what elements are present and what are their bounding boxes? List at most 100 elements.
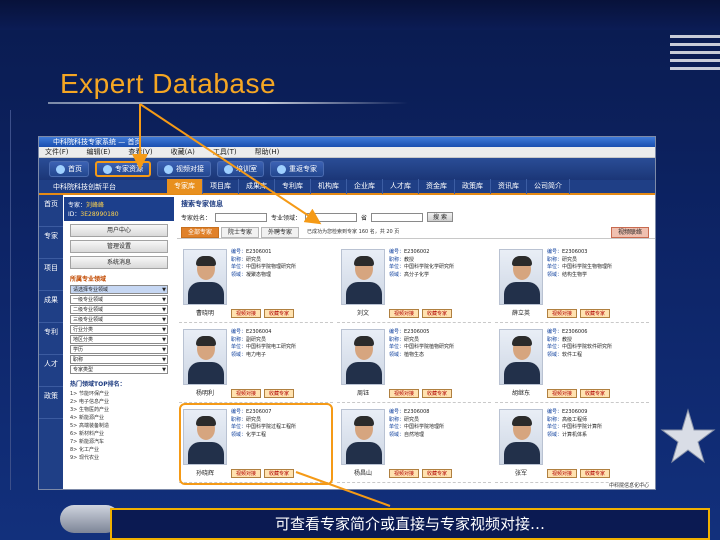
expert-name[interactable]: 曹晓明 [183,308,227,317]
toolbar-button[interactable]: 培训室 [217,161,264,177]
result-tab[interactable]: 外聘专家 [261,227,300,238]
video-connect-button[interactable]: 视频对接 [389,389,420,398]
menu-item[interactable]: 查看(V) [128,147,152,157]
nav-tab[interactable]: 公司简介 [527,179,570,194]
info-value: 研究员 [246,256,262,263]
video-connect-button[interactable]: 视频对接 [231,309,262,318]
info-key: 领域： [389,431,405,438]
slide-top-band [0,0,720,30]
expert-photo[interactable] [499,409,543,465]
favorite-expert-button[interactable]: 收藏专家 [422,309,453,318]
left-bar-item[interactable]: 首页 [39,195,63,227]
expert-name[interactable]: 张军 [499,468,543,477]
favorite-expert-button[interactable]: 收藏专家 [580,309,611,318]
category-select[interactable]: 职称 [70,355,168,364]
video-connect-button[interactable]: 视频对接 [231,389,262,398]
left-bar-item[interactable]: 成果 [39,291,63,323]
menu-item[interactable]: 文件(F) [45,147,69,157]
hot-list-item[interactable]: 7> 新能源汽车 [70,438,168,446]
category-select[interactable]: 行业分类 [70,325,168,334]
video-contact-button[interactable]: 视频联络 [610,227,649,238]
info-key: 职称： [231,336,247,343]
expert-card: 胡继东 编号：E2306006 职称：教授 单位：中国科学院软件研究所 领域：软件工程视… [495,325,649,403]
menu-item[interactable]: 收藏(A) [171,147,195,157]
left-bar-item[interactable]: 人才 [39,355,63,387]
video-connect-button[interactable]: 视频对接 [389,309,420,318]
expert-photo[interactable] [499,329,543,385]
left-bar-item[interactable]: 专利 [39,323,63,355]
expert-name-input[interactable] [215,212,268,222]
expert-name[interactable]: 胡继东 [499,388,543,397]
expert-photo[interactable] [341,329,385,385]
menu-item[interactable]: 帮助(H) [255,147,280,157]
nav-tab[interactable]: 专家库 [167,179,203,194]
info-key: 单位： [547,424,563,430]
expert-grid: 曹晓明 编号：E2306001 职称：研究员 单位：中国科学院物理研究所 领域：凝聚态物… [179,245,653,489]
favorite-expert-button[interactable]: 收藏专家 [264,309,295,318]
nav-tab[interactable]: 政策库 [455,179,491,194]
favorite-expert-button[interactable]: 收藏专家 [422,469,453,478]
sidebar-button[interactable]: 系统消息 [70,256,168,269]
category-select[interactable]: 二级专业领域 [70,305,168,314]
nav-tab[interactable]: 企业库 [347,179,383,194]
left-bar-item[interactable]: 专家 [39,227,63,259]
hot-list-item[interactable]: 6> 新材料产业 [70,430,168,438]
toolbar-button[interactable]: 专家资源 [95,161,151,177]
expert-name[interactable]: 杨昌山 [341,468,385,477]
expert-name[interactable]: 杨明利 [183,388,227,397]
sidebar-button[interactable]: 管理设置 [70,240,168,253]
menu-item[interactable]: 工具(T) [213,147,237,157]
favorite-expert-button[interactable]: 收藏专家 [580,469,611,478]
menu-item[interactable]: 编辑(E) [87,147,111,157]
favorite-expert-button[interactable]: 收藏专家 [580,389,611,398]
category-select[interactable]: 三级专业领域 [70,315,168,324]
nav-tab[interactable]: 人才库 [383,179,419,194]
hot-list-item[interactable]: 4> 新能源产业 [70,414,168,422]
expert-info: 编号：E2306006 职称：教授 单位：中国科学院软件研究所 领域：软件工程 [547,329,647,359]
expert-photo[interactable] [183,249,227,305]
favorite-expert-button[interactable]: 收藏专家 [264,389,295,398]
hot-list-item[interactable]: 2> 电子信息产业 [70,398,168,406]
search-button[interactable]: 搜 索 [427,212,453,222]
info-key: 领域： [547,431,563,438]
field-select[interactable] [305,212,358,222]
nav-tab[interactable]: 成果库 [239,179,275,194]
left-bar-item[interactable]: 政策 [39,387,63,419]
expert-photo[interactable] [499,249,543,305]
category-select[interactable]: 请选择专业领域 [70,285,168,294]
favorite-expert-button[interactable]: 收藏专家 [422,389,453,398]
hot-list-item[interactable]: 3> 生物医药产业 [70,406,168,414]
result-tab[interactable]: 全部专家 [181,227,220,238]
category-select[interactable]: 地区分类 [70,335,168,344]
expert-photo[interactable] [183,329,227,385]
video-connect-button[interactable]: 视频对接 [547,309,578,318]
nav-tab[interactable]: 专利库 [275,179,311,194]
nav-tab[interactable]: 项目库 [203,179,239,194]
left-bar-item[interactable]: 项目 [39,259,63,291]
hot-list-item[interactable]: 9> 现代农业 [70,454,168,462]
video-connect-button[interactable]: 视频对接 [389,469,420,478]
expert-name[interactable]: 刘文 [341,308,385,317]
category-select[interactable]: 专家类型 [70,365,168,374]
hot-list-item[interactable]: 5> 高端装备制造 [70,422,168,430]
province-select[interactable] [371,212,424,222]
hot-list-item[interactable]: 1> 节能环保产业 [70,390,168,398]
expert-photo[interactable] [341,249,385,305]
toolbar-button[interactable]: 首页 [49,161,89,177]
nav-tab[interactable]: 资讯库 [491,179,527,194]
sidebar-button[interactable]: 用户中心 [70,224,168,237]
expert-photo[interactable] [341,409,385,465]
toolbar-button[interactable]: 视频对接 [157,161,211,177]
category-select[interactable]: 一级专业领域 [70,295,168,304]
expert-name[interactable]: 薛立英 [499,308,543,317]
nav-tab[interactable]: 资金库 [419,179,455,194]
video-connect-button[interactable]: 视频对接 [547,389,578,398]
toolbar-button[interactable]: 重返专家 [270,161,324,177]
info-key: 编号： [547,249,563,255]
result-tab[interactable]: 院士专家 [221,227,260,238]
category-select[interactable]: 学历 [70,345,168,354]
expert-name[interactable]: 周钰 [341,388,385,397]
hot-list-item[interactable]: 8> 化工产业 [70,446,168,454]
video-connect-button[interactable]: 视频对接 [547,469,578,478]
nav-tab[interactable]: 机构库 [311,179,347,194]
